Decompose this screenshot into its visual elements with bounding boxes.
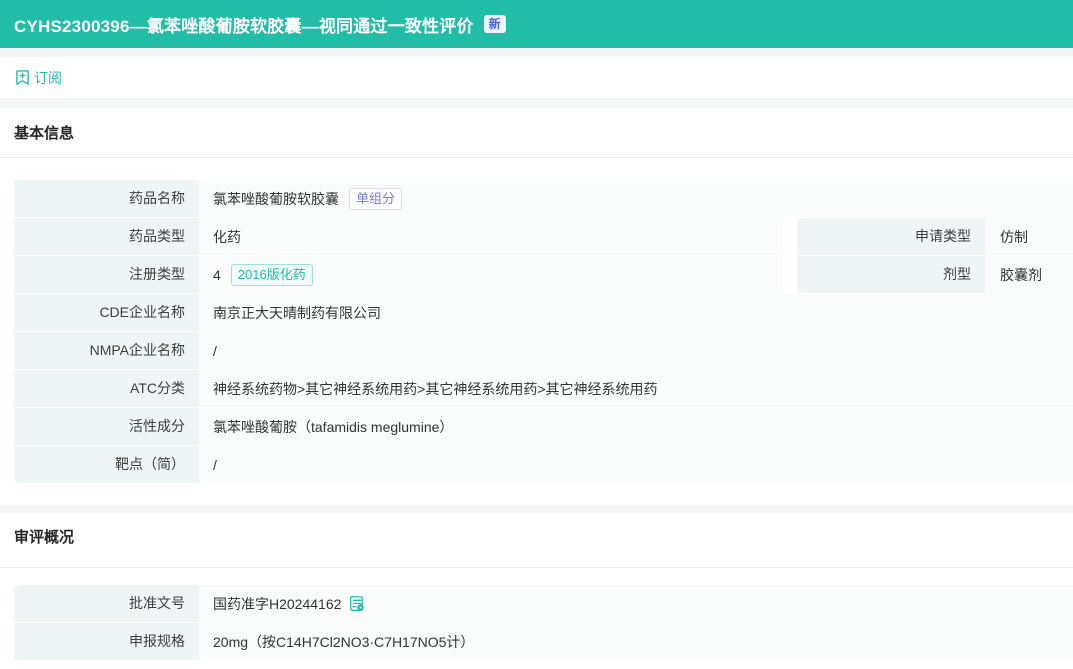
page-header: CYHS2300396—氯苯唑酸葡胺软胶囊—视同通过一致性评价 新 (0, 0, 1073, 48)
review-overview-title: 审评概况 (0, 513, 1073, 568)
row-label: 申报规格 (14, 623, 199, 660)
row-label: CDE企业名称 (14, 294, 199, 331)
table-row: 药品名称 氯苯唑酸葡胺软胶囊 单组分 (14, 180, 1073, 217)
row-value: 仿制 (985, 218, 1073, 255)
new-badge: 新 (483, 15, 506, 33)
review-overview-card: 审评概况 批准文号 国药准字H20244162 申报规格 20mg（按C14H7Cl2… (0, 513, 1073, 669)
page-title: CYHS2300396—氯苯唑酸葡胺软胶囊—视同通过一致性评价 (14, 16, 474, 36)
value-tag[interactable]: 2016版化药 (230, 263, 313, 286)
row-value: 化药 (199, 218, 783, 255)
row-value-text: 南京正大天晴制药有限公司 (213, 304, 381, 321)
row-value-text: 神经系统药物>其它神经系统用药>其它神经系统用药>其它神经系统用药 (213, 380, 658, 397)
basic-info-title: 基本信息 (0, 108, 1073, 158)
row-value: 4 2016版化药 (199, 256, 783, 293)
bookmark-plus-icon (14, 69, 31, 86)
row-value-text: 仿制 (1000, 228, 1028, 245)
row-value: 氯苯唑酸葡胺（tafamidis meglumine） (199, 408, 1073, 445)
row-label: 药品名称 (14, 180, 199, 217)
row-value: 南京正大天晴制药有限公司 (199, 294, 1073, 331)
table-row: CDE企业名称 南京正大天晴制药有限公司 (14, 294, 1073, 331)
subscribe-label: 订阅 (34, 69, 62, 86)
table-row: ATC分类 神经系统药物>其它神经系统用药>其它神经系统用药>其它神经系统用药 (14, 370, 1073, 407)
row-value: 20mg（按C14H7Cl2NO3·C7H17NO5计） (199, 623, 1073, 660)
row-value-text: 国药准字H20244162 (213, 595, 342, 612)
review-overview-table: 批准文号 国药准字H20244162 申报规格 20mg（按C14H7Cl2NO3·C… (0, 585, 1073, 660)
row-value-text: 化药 (213, 228, 241, 245)
row-value-text: / (213, 456, 217, 473)
row-label: 靶点（简） (14, 446, 199, 483)
basic-info-table: 药品名称 氯苯唑酸葡胺软胶囊 单组分 药品类型 化药 注册类型 4 2016版化药 CDE企业名… (0, 180, 1073, 483)
row-value: 氯苯唑酸葡胺软胶囊 单组分 (199, 180, 1073, 217)
table-row: 申请类型 仿制 (797, 218, 1073, 255)
value-tag: 单组分 (349, 187, 403, 210)
row-value: 胶囊剂 (985, 256, 1073, 293)
table-row: 剂型 胶囊剂 (797, 256, 1073, 293)
row-label: 注册类型 (14, 256, 199, 293)
row-label: 药品类型 (14, 218, 199, 255)
subscribe-button[interactable]: 订阅 (14, 68, 62, 88)
row-value: 国药准字H20244162 (199, 585, 1073, 622)
table-row: NMPA企业名称 / (14, 332, 1073, 369)
row-value-text: 胶囊剂 (1000, 266, 1042, 283)
row-value-text: / (213, 342, 217, 359)
row-value-text: 20mg（按C14H7Cl2NO3·C7H17NO5计） (213, 633, 475, 650)
row-value: / (199, 446, 1073, 483)
table-row: 靶点（简） / (14, 446, 1073, 483)
row-value: 神经系统药物>其它神经系统用药>其它神经系统用药>其它神经系统用药 (199, 370, 1073, 407)
row-value-text: 氯苯唑酸葡胺软胶囊 (213, 190, 339, 207)
row-label: ATC分类 (14, 370, 199, 407)
basic-info-right-table: 申请类型 仿制 剂型 胶囊剂 (797, 218, 1073, 294)
row-label: 剂型 (797, 256, 985, 293)
row-value: / (199, 332, 1073, 369)
row-label: 活性成分 (14, 408, 199, 445)
row-label: 申请类型 (797, 218, 985, 255)
table-row: 活性成分 氯苯唑酸葡胺（tafamidis meglumine） (14, 408, 1073, 445)
row-label: 批准文号 (14, 585, 199, 622)
document-view-icon[interactable] (349, 595, 365, 612)
row-value-text: 氯苯唑酸葡胺（tafamidis meglumine） (213, 418, 454, 435)
basic-info-card: 基本信息 药品名称 氯苯唑酸葡胺软胶囊 单组分 药品类型 化药 注册类型 4 2016版化药 C… (0, 108, 1073, 505)
table-row: 药品类型 化药 (14, 218, 783, 255)
table-row: 注册类型 4 2016版化药 (14, 256, 783, 293)
row-label: NMPA企业名称 (14, 332, 199, 369)
table-row: 批准文号 国药准字H20244162 (14, 585, 1073, 622)
subscribe-bar: 订阅 (0, 57, 1073, 98)
row-value-text: 4 (213, 266, 221, 283)
table-row: 申报规格 20mg（按C14H7Cl2NO3·C7H17NO5计） (14, 623, 1073, 660)
